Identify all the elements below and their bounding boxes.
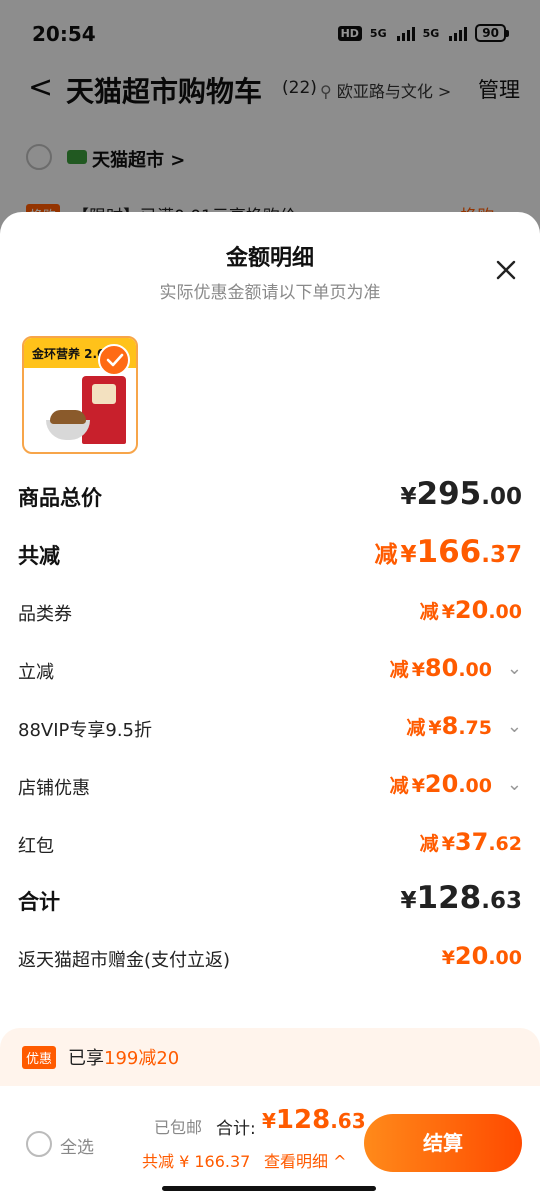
reduce-word: 减 bbox=[389, 775, 409, 797]
reduce-word: 减 bbox=[389, 659, 409, 681]
row-value: ¥295.00 bbox=[401, 476, 522, 512]
reduce-word: 减 bbox=[419, 833, 439, 855]
row-label: 立减 bbox=[18, 662, 54, 683]
checkout-bar: 全选 已包邮 合计: ¥128.63 共减 ¥ 166.37 查看明细 ^ 结算 bbox=[0, 1086, 540, 1200]
row-label: 店铺优惠 bbox=[18, 778, 90, 799]
amount-decimal: .63 bbox=[330, 1109, 366, 1133]
amount-decimal: .63 bbox=[481, 888, 522, 914]
chevron-down-icon[interactable]: ⌄ bbox=[507, 774, 522, 795]
amount-decimal: .00 bbox=[458, 659, 492, 681]
amount-integer: 295 bbox=[416, 476, 482, 512]
amount-integer: 128 bbox=[416, 880, 482, 916]
sheet-subtitle: 实际优惠金额请以下单页为准 bbox=[159, 283, 381, 303]
amount-integer: 20 bbox=[454, 596, 489, 624]
currency-symbol: ¥ bbox=[411, 659, 425, 681]
reduce-word: 减 bbox=[374, 542, 398, 568]
row-label: 红包 bbox=[18, 836, 54, 857]
row-label: 返天猫超市赠金(支付立返) bbox=[18, 950, 231, 971]
discount-highlight: 199减20 bbox=[104, 1048, 180, 1069]
row-value: ¥128.63 bbox=[401, 880, 522, 916]
reduce-word: 减 bbox=[419, 601, 439, 623]
amount-integer: 37 bbox=[454, 828, 489, 856]
row-value: 减 ¥166.37 bbox=[375, 534, 522, 570]
row-value: 减 ¥20.00 bbox=[390, 770, 492, 798]
currency-symbol: ¥ bbox=[400, 542, 417, 568]
row-label: 商品总价 bbox=[18, 486, 102, 510]
currency-symbol: ¥ bbox=[441, 947, 455, 969]
total-reduce-text: 共减 ¥ 166.37 bbox=[142, 1152, 251, 1171]
row-value: 减 ¥37.62 bbox=[420, 828, 522, 856]
chevron-down-icon[interactable]: ⌄ bbox=[507, 658, 522, 679]
amount-integer: 166 bbox=[416, 534, 482, 570]
amount-integer: 80 bbox=[424, 654, 459, 682]
currency-symbol: ¥ bbox=[262, 1109, 276, 1133]
product-thumbnail[interactable]: 金环营养 2.0升 bbox=[22, 336, 138, 454]
currency-symbol: ¥ bbox=[441, 601, 455, 623]
discount-text: 已享199减20 bbox=[68, 1044, 179, 1070]
amount-integer: 128 bbox=[275, 1105, 331, 1135]
close-icon[interactable] bbox=[492, 256, 520, 284]
discount-prefix: 已享 bbox=[68, 1048, 104, 1069]
currency-symbol: ¥ bbox=[411, 775, 425, 797]
total-label: 合计: bbox=[216, 1119, 256, 1139]
chevron-down-icon[interactable]: ⌄ bbox=[507, 716, 522, 737]
amount-integer: 20 bbox=[424, 770, 459, 798]
row-value: 减 ¥20.00 bbox=[420, 596, 522, 624]
row-label: 88VIP专享9.5折 bbox=[18, 720, 153, 741]
view-detail-link[interactable]: 查看明细 ^ bbox=[264, 1148, 347, 1172]
amount-decimal: .00 bbox=[458, 775, 492, 797]
discount-tag: 优惠 bbox=[22, 1046, 57, 1069]
row-label: 品类券 bbox=[18, 604, 72, 625]
home-indicator bbox=[162, 1186, 376, 1191]
pet-food-bag-image bbox=[82, 376, 126, 444]
row-label: 共减 bbox=[18, 544, 60, 568]
amount-decimal: .00 bbox=[481, 484, 522, 510]
amount-integer: 8 bbox=[441, 712, 459, 740]
select-all-label[interactable]: 全选 bbox=[60, 1133, 94, 1158]
amount-decimal: .37 bbox=[481, 542, 522, 568]
select-all-radio[interactable] bbox=[26, 1131, 52, 1157]
row-label: 合计 bbox=[18, 890, 60, 914]
checkout-button[interactable]: 结算 bbox=[364, 1114, 522, 1172]
currency-symbol: ¥ bbox=[400, 888, 417, 914]
discount-strip: 优惠 已享199减20 bbox=[0, 1028, 540, 1086]
currency-symbol: ¥ bbox=[400, 484, 417, 510]
amount-decimal: .00 bbox=[488, 601, 522, 623]
amount-decimal: .75 bbox=[458, 717, 492, 739]
amount-decimal: .00 bbox=[488, 947, 522, 969]
currency-symbol: ¥ bbox=[441, 833, 455, 855]
reduce-word: 减 bbox=[406, 717, 426, 739]
amount-integer: 20 bbox=[454, 942, 489, 970]
sheet-title: 金额明细 bbox=[225, 246, 314, 271]
row-value: 减 ¥8.75 bbox=[406, 712, 492, 740]
selected-check-icon bbox=[98, 344, 130, 376]
row-value: ¥20.00 bbox=[442, 942, 522, 970]
currency-symbol: ¥ bbox=[428, 717, 442, 739]
amount-detail-sheet: 金额明细 实际优惠金额请以下单页为准 金环营养 2.0升 商品总价 ¥295.0… bbox=[0, 212, 540, 1200]
total-amount: ¥128.63 bbox=[262, 1105, 366, 1135]
free-shipping-text: 已包邮 bbox=[154, 1118, 203, 1137]
amount-decimal: .62 bbox=[488, 833, 522, 855]
row-value: 减 ¥80.00 bbox=[390, 654, 492, 682]
